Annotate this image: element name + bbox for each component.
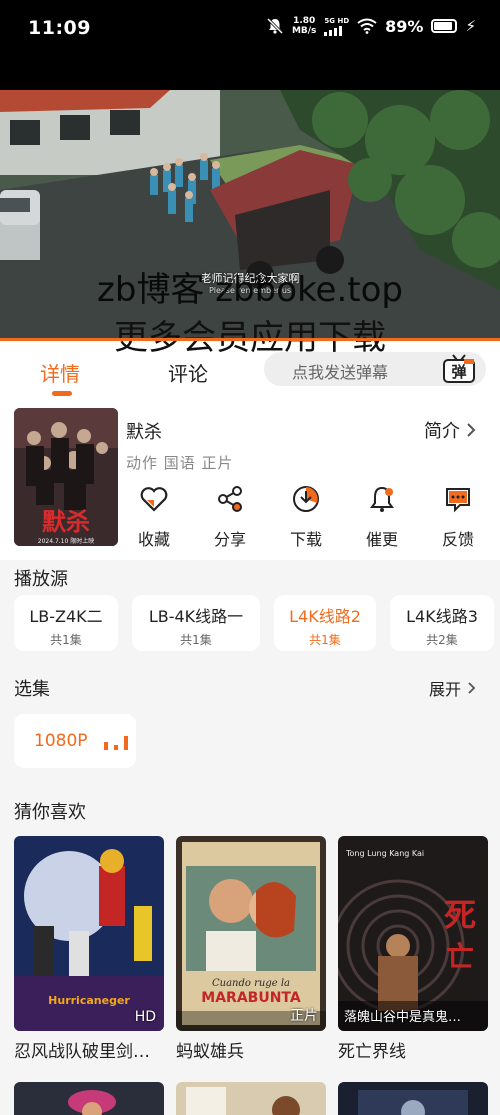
quality-badge: HD (134, 1009, 156, 1025)
movie-info: 默杀 2024.7.10 限时上映 默杀 动作 国语 正片 简介 收藏 分享 下… (0, 400, 500, 560)
mute-icon (266, 17, 284, 35)
recommend-poster: Tong Lung Kang Kai 死 亡 落魄山谷中是真鬼… (338, 836, 488, 1031)
watermark-line-1: zb博客 zbboke.top (97, 270, 403, 310)
feedback-button[interactable]: 反馈 (430, 484, 486, 550)
heart-icon (140, 487, 168, 512)
recommend-poster: Cuando ruge la MARABUNTA 正片 (176, 836, 326, 1031)
recommend-item[interactable]: Cuando ruge la MARABUNTA 正片 蚂蚁雄兵 (176, 836, 326, 1062)
battery-icon (431, 19, 458, 33)
signal-icon (324, 26, 343, 36)
svg-text:Tong Lung Kang Kai: Tong Lung Kang Kai (345, 849, 424, 858)
episodes-title: 选集 (14, 679, 50, 700)
danmu-placeholder: 点我发送弹幕 (292, 363, 389, 382)
video-progress-bar[interactable] (0, 338, 500, 341)
source-list: LB-Z4K二 共1集 LB-4K线路一 共1集 L4K线路2 共1集 L4K线… (14, 595, 500, 651)
svg-text:MARABUNTA: MARABUNTA (201, 990, 301, 1006)
download-icon (293, 486, 319, 512)
source-title: 播放源 (14, 569, 68, 590)
quality-badge: 正片 (290, 1008, 318, 1024)
recommend-item-partial[interactable] (338, 1082, 488, 1115)
net-speed: 1.80 MB/s (291, 16, 317, 36)
description-badge: 落魄山谷中是真鬼… (344, 1010, 462, 1025)
svg-text:默杀: 默杀 (42, 507, 90, 536)
movie-tags: 动作 国语 正片 (126, 454, 234, 472)
source-item[interactable]: LB-Z4K二 共1集 (14, 595, 118, 651)
video-player[interactable]: 老师记得纪念大家啊 Please remember us zb博客 zbboke… (0, 90, 500, 340)
tab-indicator (52, 391, 72, 396)
intro-link[interactable]: 简介 (424, 417, 476, 443)
recommend-poster: Hurricaneger HD (14, 836, 164, 1031)
status-bar: 11:09 1.80 MB/s 5G HD 89% ⚡ (0, 0, 500, 90)
recommend-name: 死亡界线 (338, 1042, 406, 1062)
charging-icon: ⚡ (465, 17, 476, 35)
chevron-right-icon (468, 682, 476, 694)
bell-icon (370, 486, 394, 512)
action-bar: 收藏 分享 下载 催更 反馈 (126, 484, 486, 550)
recommend-item-partial[interactable] (176, 1082, 326, 1115)
favorite-button[interactable]: 收藏 (126, 484, 182, 550)
status-time: 11:09 (28, 17, 91, 39)
danmu-button-icon[interactable]: 弹 (442, 354, 476, 384)
recommend-item[interactable]: Hurricaneger HD 忍风战队破里剑… (14, 836, 164, 1062)
tab-details[interactable]: 详情 (40, 358, 80, 387)
source-item[interactable]: L4K线路3 共2集 (390, 595, 494, 651)
svg-text:2024.7.10 限时上映: 2024.7.10 限时上映 (38, 537, 94, 545)
wifi-icon (357, 18, 377, 34)
movie-poster[interactable]: 默杀 2024.7.10 限时上映 (14, 408, 118, 546)
svg-text:亡: 亡 (446, 940, 474, 973)
svg-text:死: 死 (444, 896, 476, 934)
source-item-active[interactable]: L4K线路2 共1集 (274, 595, 376, 651)
share-button[interactable]: 分享 (202, 484, 258, 550)
recommend-title: 猜你喜欢 (14, 802, 86, 823)
source-item[interactable]: LB-4K线路一 共1集 (132, 595, 260, 651)
recommend-name: 忍风战队破里剑… (14, 1042, 150, 1062)
signal-indicator: 5G HD (324, 16, 349, 36)
tab-comments[interactable]: 评论 (168, 358, 208, 387)
remind-update-button[interactable]: 催更 (354, 484, 410, 550)
share-icon (218, 486, 242, 512)
recommend-item[interactable]: Tong Lung Kang Kai 死 亡 落魄山谷中是真鬼… 死亡界线 (338, 836, 488, 1062)
episode-item[interactable]: 1080P (14, 714, 136, 768)
chevron-right-icon (467, 423, 476, 437)
download-button[interactable]: 下载 (278, 484, 334, 550)
expand-episodes-button[interactable]: 展开 (429, 676, 476, 700)
svg-text:弹: 弹 (451, 363, 466, 381)
playing-bars-icon (104, 736, 128, 750)
svg-text:Hurricaneger: Hurricaneger (48, 994, 130, 1007)
movie-title: 默杀 (126, 422, 162, 443)
svg-text:Cuando ruge la: Cuando ruge la (212, 978, 290, 989)
recommend-name: 蚂蚁雄兵 (176, 1042, 244, 1062)
feedback-icon (446, 488, 470, 513)
battery-percent: 89% (385, 16, 424, 36)
recommend-item-partial[interactable] (14, 1082, 164, 1115)
